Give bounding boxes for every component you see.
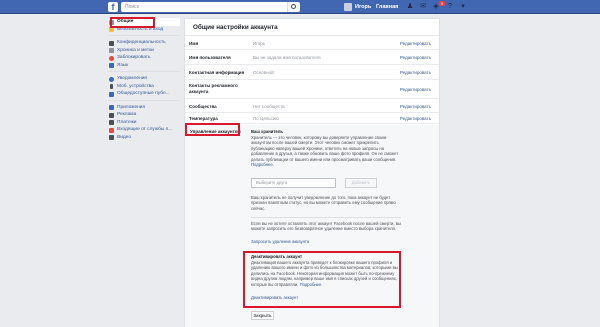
- setting-row-name[interactable]: Имя Игорь Редактировать: [185, 36, 439, 50]
- search-button[interactable]: [287, 2, 300, 12]
- language-icon: [109, 63, 114, 68]
- setting-row-communities[interactable]: Сообщества Нет сообществ Редактировать: [185, 99, 439, 113]
- facebook-logo[interactable]: f: [108, 2, 118, 12]
- sidebar-item-mobile[interactable]: Моб. устройства: [108, 83, 180, 91]
- manage-account-section: Управление аккаунтом Ваш хранитель Храни…: [185, 125, 439, 327]
- sidebar-item-label: Приложения: [117, 104, 146, 110]
- choose-friend-input[interactable]: Выберите друга: [251, 178, 336, 188]
- heir-section: Ваш хранитель: [251, 129, 401, 134]
- sidebar-item-label: Моб. устройства: [117, 83, 154, 89]
- sidebar-item-label: Хроника и метки: [117, 47, 154, 53]
- highlight-general: [110, 17, 155, 28]
- globe-icon: [109, 76, 114, 82]
- profile-link[interactable]: Игорь: [355, 2, 371, 12]
- deactivate-more-link[interactable]: Подробнее.: [300, 282, 323, 287]
- sidebar-item-language[interactable]: Язык: [108, 62, 180, 70]
- deactivate-account-link[interactable]: Деактивировать аккаунт: [251, 295, 298, 300]
- sidebar-item-apps[interactable]: Приложения: [108, 104, 180, 112]
- notification-badge: 5: [439, 1, 445, 6]
- sidebar-item-label: Входящие от службы п...: [117, 127, 173, 132]
- heir-description: Хранитель — это человек, которому вы дов…: [251, 135, 401, 167]
- general-settings-panel: Общие настройки аккаунта Имя Игорь Редак…: [184, 18, 440, 327]
- row-label: Контактная информация: [189, 70, 245, 75]
- add-heir-button[interactable]: Добавить: [345, 178, 377, 188]
- top-navigation-bar: f Поиск Игорь Главная ♟ ✉ ◈ 5 ? ▾: [0, 0, 600, 14]
- setting-row-username[interactable]: Имя пользователя Вы не задали имя пользо…: [185, 50, 439, 65]
- sidebar-item-label: Конфиденциальность: [117, 40, 166, 45]
- sidebar-item-label: Заблокировать: [117, 55, 151, 60]
- heir-title: Ваш хранитель: [251, 129, 283, 134]
- delete-text: Если вы не хотите оставлять этот аккаунт…: [251, 221, 401, 232]
- row-label: Температура: [189, 116, 218, 121]
- block-icon: [109, 55, 114, 61]
- edit-link[interactable]: Редактировать: [400, 116, 431, 121]
- home-link[interactable]: Главная: [376, 2, 398, 12]
- sidebar-item-label: Язык: [117, 62, 129, 68]
- help-icon[interactable]: ?: [446, 3, 454, 11]
- close-button[interactable]: Закрыть: [251, 311, 274, 320]
- sidebar-item-label: Видео: [117, 134, 132, 140]
- highlight-manage-account: [185, 123, 240, 136]
- edit-link[interactable]: Редактировать: [400, 70, 431, 75]
- edit-link[interactable]: Редактировать: [400, 55, 431, 60]
- deactivate-title-text: Деактивировать аккаунт: [251, 254, 303, 259]
- divider: [108, 98, 180, 101]
- sidebar-item-label: Платежи: [117, 119, 137, 125]
- sidebar-item-ads[interactable]: Реклама: [108, 111, 180, 119]
- setting-row-contact[interactable]: Контактная информация Основной: Редактир…: [185, 65, 439, 80]
- ads-icon: [109, 112, 114, 118]
- heir-notice-text: Ваш хранитель не получит уведомление до …: [251, 195, 396, 211]
- messages-icon[interactable]: ✉: [419, 3, 427, 11]
- row-label: Сообщества: [189, 104, 217, 109]
- heir-text: Хранитель — это человек, которому вы дов…: [251, 135, 399, 162]
- row-value: Игорь: [253, 41, 266, 46]
- deactivate-description: Деактивация вашего аккаунта приведет к б…: [251, 260, 399, 287]
- row-value: Основной:: [253, 70, 275, 75]
- search-input[interactable]: Поиск: [121, 2, 297, 12]
- sidebar-item-label: Реклама: [117, 112, 137, 117]
- divider: [108, 69, 180, 72]
- sidebar-item-notifications[interactable]: Уведомления: [108, 75, 180, 83]
- search-icon: [291, 4, 296, 9]
- row-value: Вы не задали имя пользователя: [253, 55, 321, 60]
- apps-icon: [109, 105, 114, 110]
- payments-icon: [109, 120, 114, 125]
- divider: [251, 217, 401, 218]
- avatar[interactable]: [344, 3, 352, 11]
- sidebar-item-blocking[interactable]: Заблокировать: [108, 54, 180, 62]
- sidebar-item-timeline[interactable]: Хроника и метки: [108, 47, 180, 55]
- sidebar-item-label: Уведомления: [117, 76, 147, 81]
- mobile-icon: [110, 84, 113, 89]
- video-icon: [109, 135, 114, 140]
- deactivate-text: Деактивация вашего аккаунта приведет к б…: [251, 260, 398, 287]
- settings-sidebar: Общие Безопасность и вход Конфиденциальн…: [108, 18, 180, 141]
- rss-icon: [109, 91, 114, 97]
- page-title: Общие настройки аккаунта: [185, 19, 439, 36]
- row-label: Контакты рекламного аккаунта: [189, 83, 238, 94]
- sidebar-item-public-posts[interactable]: Общедоступные публ...: [108, 90, 180, 98]
- deactivate-title: Деактивировать аккаунт: [251, 254, 302, 259]
- row-value: Нет сообществ: [253, 104, 285, 109]
- sidebar-item-payments[interactable]: Платежи: [108, 119, 180, 127]
- row-label: Имя: [189, 41, 199, 46]
- row-label: Имя пользователя: [189, 55, 231, 60]
- setting-row-ad-contacts[interactable]: Контакты рекламного аккаунта Редактирова…: [185, 80, 439, 99]
- sidebar-item-label: Общедоступные публ...: [117, 91, 170, 96]
- sidebar-item-videos[interactable]: Видео: [108, 134, 180, 142]
- edit-link[interactable]: Редактировать: [400, 87, 431, 92]
- divider: [108, 33, 180, 36]
- timeline-icon: [109, 48, 114, 53]
- heir-more-link[interactable]: Подробнее.: [251, 162, 274, 167]
- lock-icon: [109, 40, 114, 46]
- edit-link[interactable]: Редактировать: [400, 41, 431, 46]
- friends-icon[interactable]: ♟: [406, 3, 414, 11]
- request-deletion-link[interactable]: Запросить удаление аккаунта: [251, 239, 309, 244]
- menu-icon[interactable]: ▾: [459, 3, 467, 11]
- sidebar-item-support-inbox[interactable]: Входящие от службы п...: [108, 126, 180, 134]
- support-icon: [109, 127, 114, 133]
- edit-link[interactable]: Редактировать: [400, 104, 431, 109]
- sidebar-item-privacy[interactable]: Конфиденциальность: [108, 39, 180, 47]
- row-value: По Цельсию: [253, 116, 279, 121]
